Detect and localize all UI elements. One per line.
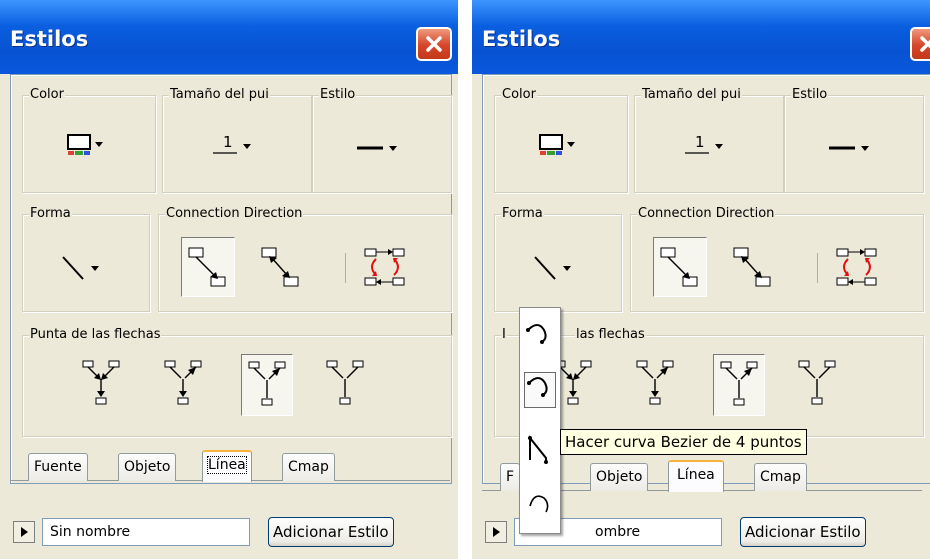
curve-icon — [524, 488, 554, 522]
group-label-arrowheads: Punta de las flechas — [29, 327, 162, 343]
line-shape-icon[interactable] — [61, 251, 105, 285]
curve-option-bezier-4[interactable] — [524, 372, 556, 408]
add-style-button[interactable]: Adicionar Estilo — [740, 517, 866, 547]
curve-icon — [524, 432, 554, 466]
separator — [817, 253, 818, 283]
color-picker-icon[interactable] — [67, 134, 107, 160]
curve-option-1[interactable] — [524, 320, 554, 354]
connection-direction-option-1[interactable] — [181, 237, 235, 297]
connection-direction-icon[interactable] — [259, 245, 303, 289]
curve-icon — [524, 320, 554, 354]
style-name-field[interactable]: Sin nombre — [42, 518, 250, 546]
line-size-dropdown[interactable] — [213, 132, 257, 158]
shape-group: Forma — [494, 206, 622, 312]
tab-label: Cmap — [288, 459, 329, 475]
color-group: Color — [22, 87, 156, 193]
arrowhead-icon[interactable] — [81, 358, 121, 408]
tab-label: F — [506, 469, 515, 485]
arrowhead-option-selected[interactable] — [713, 354, 765, 416]
line-style-icon[interactable] — [829, 134, 873, 160]
group-label-shape: Forma — [29, 206, 72, 222]
style-group: Estilo — [312, 87, 452, 193]
group-label-shape: Forma — [501, 206, 544, 222]
curve-option-3[interactable] — [524, 432, 554, 466]
tab-objeto[interactable]: Objeto — [590, 463, 649, 491]
style-name-value: Sin nombre — [50, 524, 131, 540]
group-label-color: Color — [501, 87, 537, 103]
expand-button[interactable] — [485, 521, 507, 543]
arrowhead-option-selected[interactable] — [241, 354, 293, 416]
arrowhead-icon[interactable] — [325, 358, 365, 408]
tab-label: Objeto — [596, 469, 643, 485]
shape-group: Forma — [22, 206, 150, 312]
close-icon — [425, 35, 443, 53]
group-label-style: Estilo — [791, 87, 829, 103]
group-label-connection: Connection Direction — [165, 206, 304, 222]
connection-direction-group: Connection Direction — [158, 206, 452, 312]
color-picker-icon[interactable] — [539, 134, 579, 160]
connection-direction-icon[interactable] — [363, 245, 407, 289]
tooltip: Hacer curva Bezier de 4 puntos — [560, 429, 807, 455]
tab-label: Objeto — [124, 459, 171, 475]
tab-label: Fuente — [34, 459, 82, 475]
connection-direction-option-1[interactable] — [653, 237, 707, 297]
close-button[interactable] — [910, 27, 930, 61]
arrowhead-icon[interactable] — [163, 358, 203, 408]
title-bar: Estilos — [0, 0, 458, 74]
tab-linea[interactable]: Línea — [202, 450, 252, 482]
line-style-icon[interactable] — [357, 134, 401, 160]
curve-icon — [525, 373, 555, 407]
add-style-button[interactable]: Adicionar Estilo — [268, 517, 394, 547]
size-group: Tamaño del pui — [162, 87, 312, 193]
window-title: Estilos — [482, 27, 561, 51]
tab-linea[interactable]: Línea — [668, 460, 724, 492]
tab-fuente[interactable]: F — [500, 463, 521, 491]
tab-fuente[interactable]: Fuente — [28, 453, 88, 481]
separator — [345, 253, 346, 283]
close-button[interactable] — [416, 27, 452, 61]
arrowheads-group: Punta de las flechas — [22, 327, 452, 437]
connection-direction-icon — [186, 245, 230, 289]
group-label-size: Tamaño del pui — [169, 87, 270, 103]
group-label-color: Color — [29, 87, 65, 103]
line-size-dropdown[interactable] — [685, 132, 729, 158]
group-label-connection: Connection Direction — [637, 206, 776, 222]
style-group: Estilo — [784, 87, 924, 193]
tab-cmap[interactable]: Cmap — [754, 463, 807, 491]
expand-arrow-icon — [19, 526, 29, 538]
connection-direction-icon[interactable] — [835, 245, 879, 289]
group-label-partial: I — [501, 327, 507, 343]
group-label-size: Tamaño del pui — [641, 87, 742, 103]
tab-label: Cmap — [760, 469, 801, 485]
size-group: Tamaño del pui — [634, 87, 784, 193]
color-group: Color — [494, 87, 628, 193]
connection-direction-group: Connection Direction — [630, 206, 924, 312]
arrowhead-icon[interactable] — [797, 358, 837, 408]
curve-option-4[interactable] — [524, 488, 554, 522]
tab-label: Línea — [207, 456, 247, 474]
expand-arrow-icon — [491, 526, 501, 538]
tab-objeto[interactable]: Objeto — [118, 453, 177, 481]
add-style-label: Adicionar Estilo — [273, 523, 389, 541]
group-label-arrowheads-partial: las flechas — [575, 327, 646, 343]
close-icon — [919, 35, 930, 53]
line-shape-icon[interactable] — [533, 251, 577, 285]
arrowhead-icon — [247, 359, 287, 409]
tab-cmap[interactable]: Cmap — [282, 453, 335, 481]
add-style-label: Adicionar Estilo — [745, 523, 861, 541]
style-name-value: ombre — [595, 524, 641, 540]
group-label-style: Estilo — [319, 87, 357, 103]
connection-direction-icon[interactable] — [731, 245, 775, 289]
styles-panel: Estilos Color Tamaño del pui Estilo Form… — [0, 0, 458, 559]
tab-label: Línea — [677, 467, 715, 483]
arrowhead-icon[interactable] — [635, 358, 675, 408]
expand-button[interactable] — [13, 521, 35, 543]
connection-direction-icon — [658, 245, 702, 289]
title-bar: Estilos — [472, 0, 930, 74]
arrowhead-icon — [719, 359, 759, 409]
curve-type-dropdown — [519, 307, 561, 534]
window-title: Estilos — [10, 27, 89, 51]
